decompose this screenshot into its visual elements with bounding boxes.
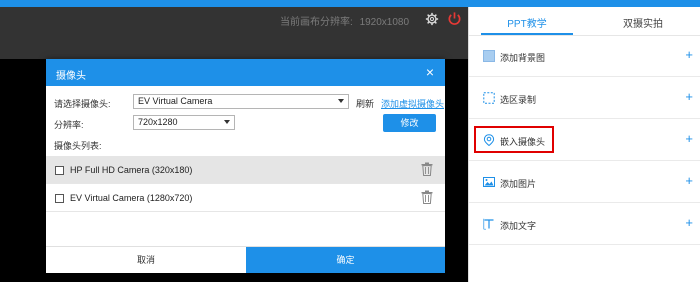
plus-icon[interactable]: + [685, 132, 693, 145]
panel-item-add-background[interactable]: 添加背景图 + [469, 36, 700, 77]
select-camera-label: 请选择摄像头: [54, 99, 111, 109]
tab-ppt-teaching[interactable]: PPT教学 [481, 15, 573, 30]
resolution-label: 分辨率: [54, 120, 84, 130]
refresh-link[interactable]: 刷新 [356, 97, 374, 110]
panel-item-label: 添加背景图 [500, 53, 546, 63]
camera-name: HP Full HD Camera (320x180) [70, 165, 193, 175]
canvas-resolution: 当前画布分辨率: 1920x1080 [276, 13, 409, 28]
list-item[interactable]: EV Virtual Camera (1280x720) [46, 184, 445, 212]
power-icon[interactable] [447, 11, 462, 26]
modify-button[interactable]: 修改 [383, 114, 436, 132]
region-select-icon [483, 92, 495, 104]
plus-icon[interactable]: + [685, 216, 693, 229]
canvas-resolution-label: 当前画布分辨率: [280, 17, 353, 28]
camera-dialog: 摄像头 × 请选择摄像头: EV Virtual Camera 刷新 添加虚拟摄… [46, 59, 445, 273]
text-icon [483, 218, 494, 230]
panel-tabs: PPT教学 双摄实拍 [469, 7, 700, 36]
canvas-resolution-value: 1920x1080 [359, 17, 410, 28]
chevron-down-icon [224, 120, 230, 124]
gear-icon[interactable] [425, 12, 439, 26]
cancel-button[interactable]: 取消 [46, 247, 246, 273]
dialog-header: 摄像头 × [46, 59, 445, 86]
close-icon[interactable]: × [423, 63, 437, 81]
panel-item-add-image[interactable]: 添加图片 + [469, 162, 700, 203]
panel-item-label: 添加文字 [500, 221, 537, 231]
panel-item-region-record[interactable]: 选区录制 + [469, 78, 700, 119]
camera-name: EV Virtual Camera (1280x720) [70, 193, 193, 203]
panel-item-label: 选区录制 [500, 95, 537, 105]
plus-icon[interactable]: + [685, 90, 693, 103]
ok-button[interactable]: 确定 [246, 247, 445, 273]
camera-select-value: EV Virtual Camera [138, 96, 213, 106]
trash-icon[interactable] [421, 162, 433, 176]
camera-list-label: 摄像头列表: [54, 141, 102, 151]
trash-icon[interactable] [421, 190, 433, 204]
plus-icon[interactable]: + [685, 174, 693, 187]
panel-item-add-text[interactable]: 添加文字 + [469, 204, 700, 245]
panel-item-label: 添加图片 [500, 179, 537, 189]
tab-dual-camera[interactable]: 双摄实拍 [597, 15, 689, 30]
plus-icon[interactable]: + [685, 48, 693, 61]
top-accent-bar [0, 0, 700, 7]
resolution-select-value: 720x1280 [138, 117, 178, 127]
image-icon [483, 177, 495, 187]
add-virtual-camera-link[interactable]: 添加虚拟摄像头 [381, 97, 444, 110]
camera-checkbox[interactable] [55, 166, 64, 175]
resolution-select[interactable]: 720x1280 [133, 115, 235, 130]
chevron-down-icon [338, 99, 344, 103]
camera-checkbox[interactable] [55, 194, 64, 203]
highlight-box [474, 126, 554, 153]
dialog-footer: 取消 确定 [46, 246, 445, 273]
background-image-icon [483, 50, 495, 62]
list-item[interactable]: HP Full HD Camera (320x180) [46, 156, 445, 184]
dialog-title: 摄像头 [56, 71, 86, 82]
camera-list: HP Full HD Camera (320x180) EV Virtual C… [46, 156, 445, 212]
camera-select[interactable]: EV Virtual Camera [133, 94, 349, 109]
